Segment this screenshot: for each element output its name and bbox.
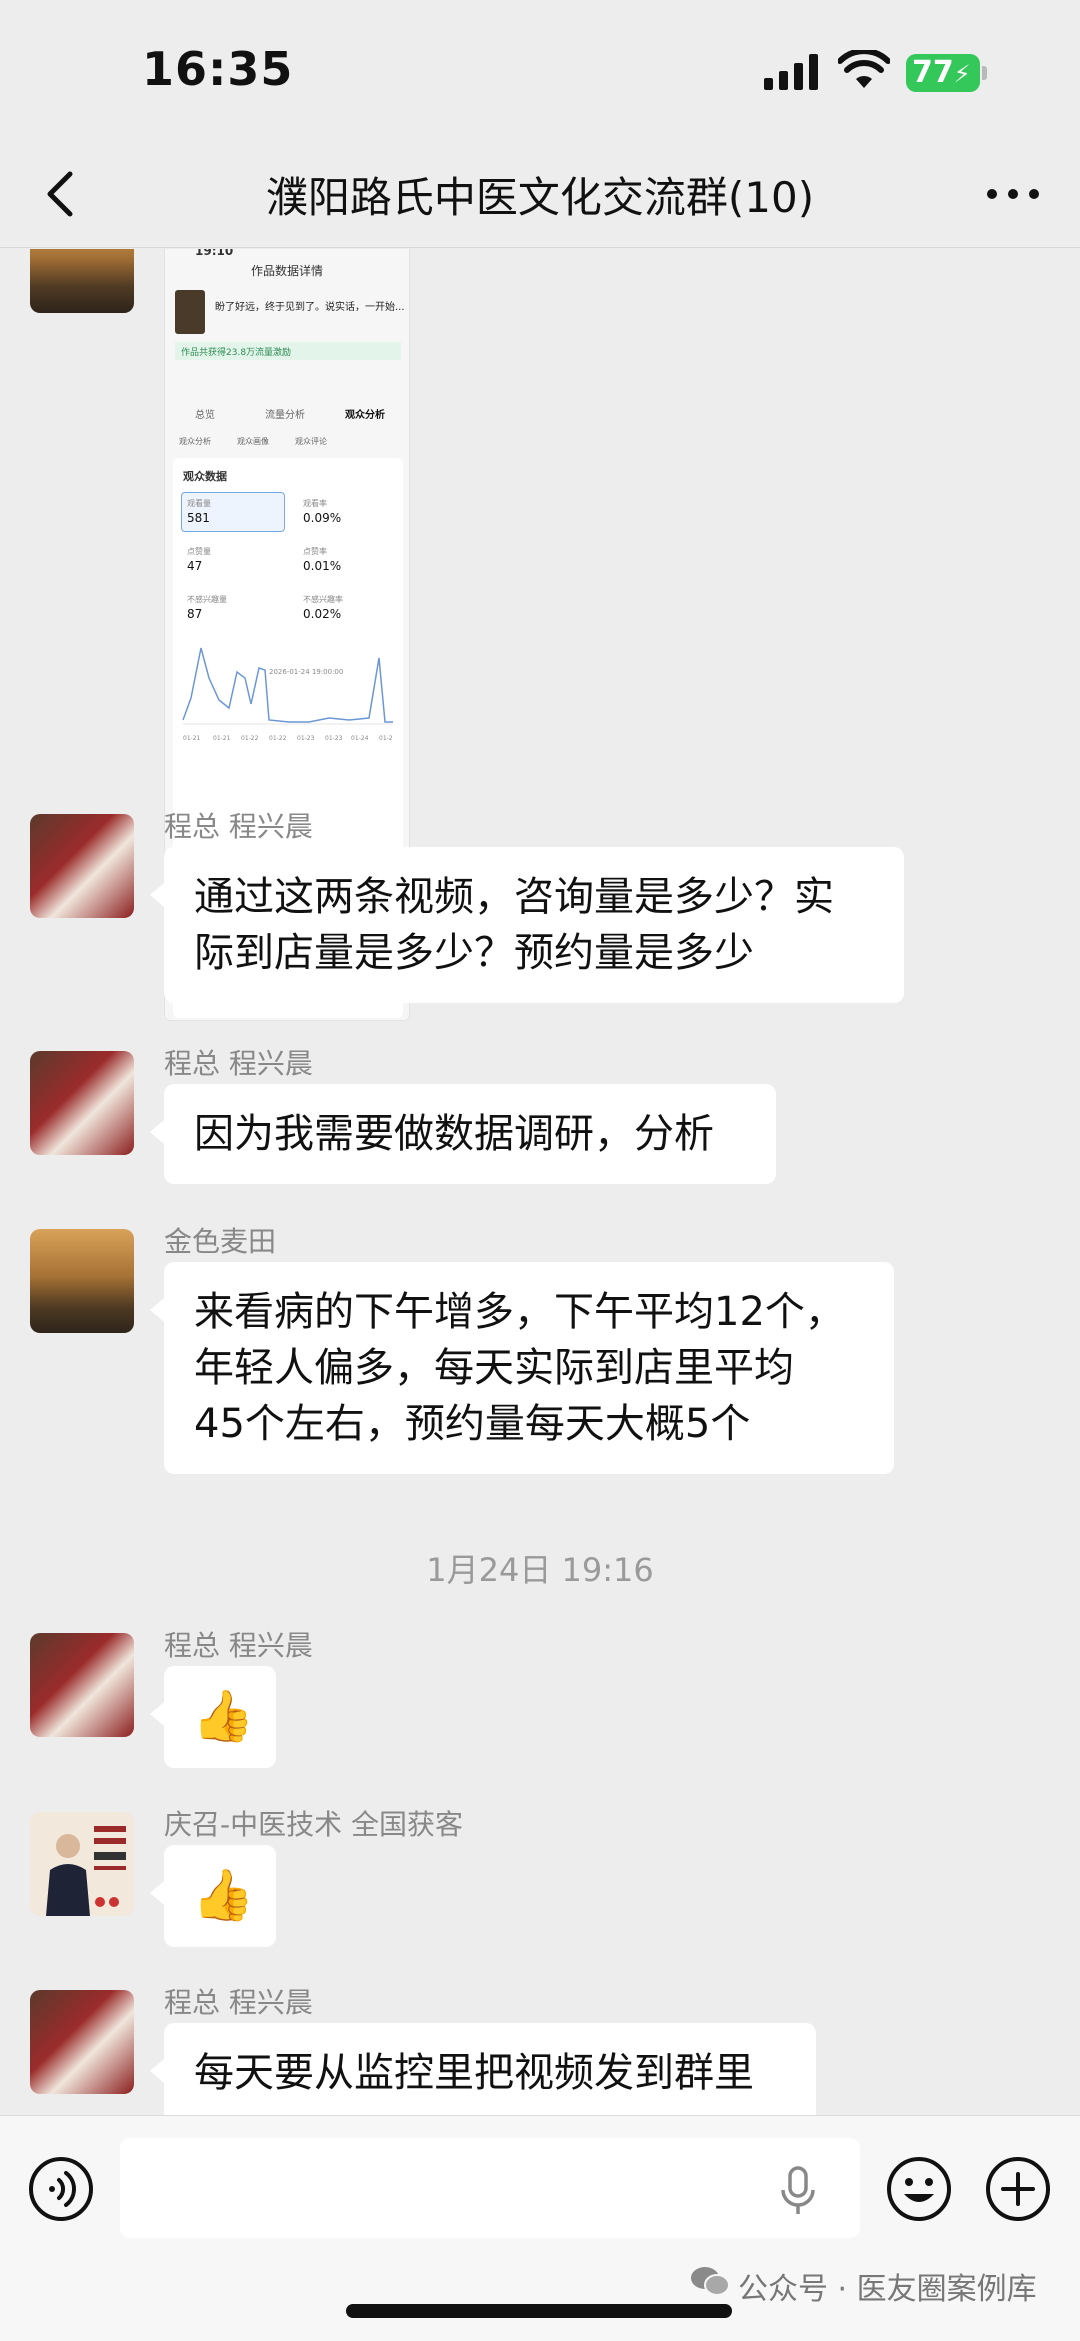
- chat-timestamp: 1月24日 19:16: [426, 1551, 654, 1589]
- audience-data-title: 观众数据: [183, 470, 227, 483]
- screenshot-subtab: 观众画像: [237, 437, 269, 446]
- wifi-icon: [838, 50, 890, 88]
- metric-value: 0.02%: [303, 607, 342, 621]
- metric-label: 观看率: [303, 499, 327, 508]
- chat-message-list[interactable]: 19:10 作品数据详情 盼了好远，终于见到了。说实话，一开始... 作品共获得…: [0, 249, 1080, 2115]
- metric-label: 点赞量: [187, 547, 211, 556]
- avatar-jinse-maitian[interactable]: [30, 1229, 134, 1333]
- wechat-logo-icon: [691, 2267, 730, 2296]
- battery-level: 77: [912, 55, 954, 90]
- sender-name: 程总 程兴晨: [164, 810, 313, 843]
- metric: 不感兴趣率 0.02%: [303, 594, 403, 621]
- metric-value: 0.01%: [303, 559, 342, 573]
- chart-x-tick: 01-23: [297, 735, 315, 742]
- message-text-input[interactable]: [120, 2138, 860, 2238]
- voice-toggle-icon[interactable]: [28, 2156, 94, 2222]
- sender-name: 程总 程兴晨: [164, 1629, 313, 1662]
- sender-name: 程总 程兴晨: [164, 1047, 313, 1080]
- avatar-cheng-xingchen[interactable]: [30, 1633, 134, 1737]
- screenshot-time: 19:10: [195, 249, 234, 258]
- message-bubble[interactable]: 通过这两条视频，咨询量是多少？实 际到店量是多少？预约量是多少: [150, 847, 904, 1003]
- avatar-cheng-xingchen[interactable]: [30, 1051, 134, 1155]
- metric: 观看量 581: [187, 498, 287, 525]
- screenshot-subtab: 观众分析: [179, 437, 211, 446]
- group-title: 濮阳路氏中医文化交流群(10): [265, 173, 815, 222]
- message-bubble[interactable]: 每天要从监控里把视频发到群里: [150, 2023, 816, 2115]
- screenshot-title: 作品数据详情: [250, 264, 323, 278]
- chart-tooltip: 2026-01-24 19:00:00: [269, 668, 343, 676]
- emoji-face-icon[interactable]: [886, 2156, 952, 2222]
- chart-x-tick: 01-21: [183, 735, 201, 742]
- screenshot-tab: 流量分析: [265, 410, 305, 421]
- metric-value: 0.09%: [303, 511, 342, 525]
- screenshot-caption: 盼了好远，终于见到了。说实话，一开始...: [215, 302, 405, 313]
- sender-name: 程总 程兴晨: [164, 1986, 313, 2019]
- microphone-icon[interactable]: [778, 2166, 818, 2216]
- cellular-signal-icon: [764, 54, 818, 90]
- watermark-text: 公众号 · 医友圈案例库: [738, 2272, 1037, 2307]
- battery-tip: [982, 66, 987, 80]
- screenshot-subtab: 观众评论: [295, 437, 327, 446]
- chart-x-tick: 01-21: [213, 735, 231, 742]
- sender-name: 庆召-中医技术 全国获客: [164, 1808, 464, 1841]
- metric: 点赞率 0.01%: [303, 546, 403, 573]
- metric-value: 47: [187, 559, 203, 573]
- thumbs-up-emoji: 👍: [192, 1866, 255, 1924]
- chart-x-tick: 01-24: [351, 735, 369, 742]
- views-line-chart: 2026-01-24 19:00:00 01-21 01-21 01-22 01…: [182, 647, 393, 742]
- metric-label: 观看量: [187, 499, 211, 508]
- message-line: 每天要从监控里把视频发到群里: [194, 2050, 754, 2096]
- more-options-icon[interactable]: [978, 166, 1048, 222]
- thumbs-up-emoji: 👍: [192, 1687, 255, 1745]
- message-line: 际到店量是多少？预约量是多少: [194, 930, 754, 976]
- chart-x-tick: 01-23: [325, 735, 343, 742]
- doctor-portrait-icon: [30, 1812, 134, 1916]
- status-time: 16:35: [142, 42, 294, 96]
- metric-value: 581: [187, 511, 210, 525]
- chart-x-tick: 01-22: [241, 735, 259, 742]
- home-indicator[interactable]: [346, 2304, 732, 2318]
- metric-label: 不感兴趣量: [187, 595, 227, 604]
- avatar-qingzhao[interactable]: [30, 1812, 134, 1916]
- message-line: 年轻人偏多，每天实际到店里平均: [194, 1345, 794, 1391]
- message-line: 来看病的下午增多，下午平均12个，: [194, 1289, 845, 1335]
- screenshot-tab: 总览: [195, 410, 215, 421]
- metric: 不感兴趣量 87: [187, 594, 287, 621]
- message-bubble[interactable]: 来看病的下午增多，下午平均12个， 年轻人偏多，每天实际到店里平均 45个左右，…: [150, 1262, 894, 1474]
- message-bubble[interactable]: 👍: [150, 1845, 276, 1947]
- avatar-cheng-xingchen[interactable]: [30, 814, 134, 918]
- metric-label: 点赞率: [303, 547, 327, 556]
- message-line: 通过这两条视频，咨询量是多少？实: [194, 874, 834, 920]
- chat-header: 濮阳路氏中医文化交流群(10): [0, 140, 1080, 248]
- screenshot-green-note: 作品共获得23.8万流量激励: [175, 342, 401, 360]
- chart-x-tick: 01-2: [379, 735, 393, 742]
- avatar-cheng-xingchen[interactable]: [30, 1990, 134, 2094]
- screenshot-subtabs: 观众分析 观众画像 观众评论: [165, 428, 409, 458]
- video-thumbnail: [175, 290, 205, 334]
- message-line: 45个左右，预约量每天大概5个: [194, 1401, 751, 1447]
- battery-icon: 77⚡: [906, 54, 980, 92]
- metric-value: 87: [187, 607, 203, 621]
- plus-add-icon[interactable]: [985, 2156, 1051, 2222]
- message-line: 因为我需要做数据调研，分析: [194, 1111, 714, 1157]
- avatar-jinse-maitian[interactable]: [30, 249, 134, 313]
- chart-x-tick: 01-22: [269, 735, 287, 742]
- metric-label: 不感兴趣率: [303, 595, 343, 604]
- screenshot-tabs: 总览 流量分析 观众分析: [165, 398, 409, 428]
- status-bar: 16:35 77⚡: [0, 0, 1080, 140]
- metric: 点赞量 47: [187, 546, 287, 573]
- message-bubble[interactable]: 因为我需要做数据调研，分析: [150, 1084, 776, 1184]
- screenshot-tab: 观众分析: [345, 410, 385, 421]
- sender-name: 金色麦田: [164, 1225, 277, 1258]
- metric: 观看率 0.09%: [303, 498, 403, 525]
- message-bubble[interactable]: 👍: [150, 1666, 276, 1768]
